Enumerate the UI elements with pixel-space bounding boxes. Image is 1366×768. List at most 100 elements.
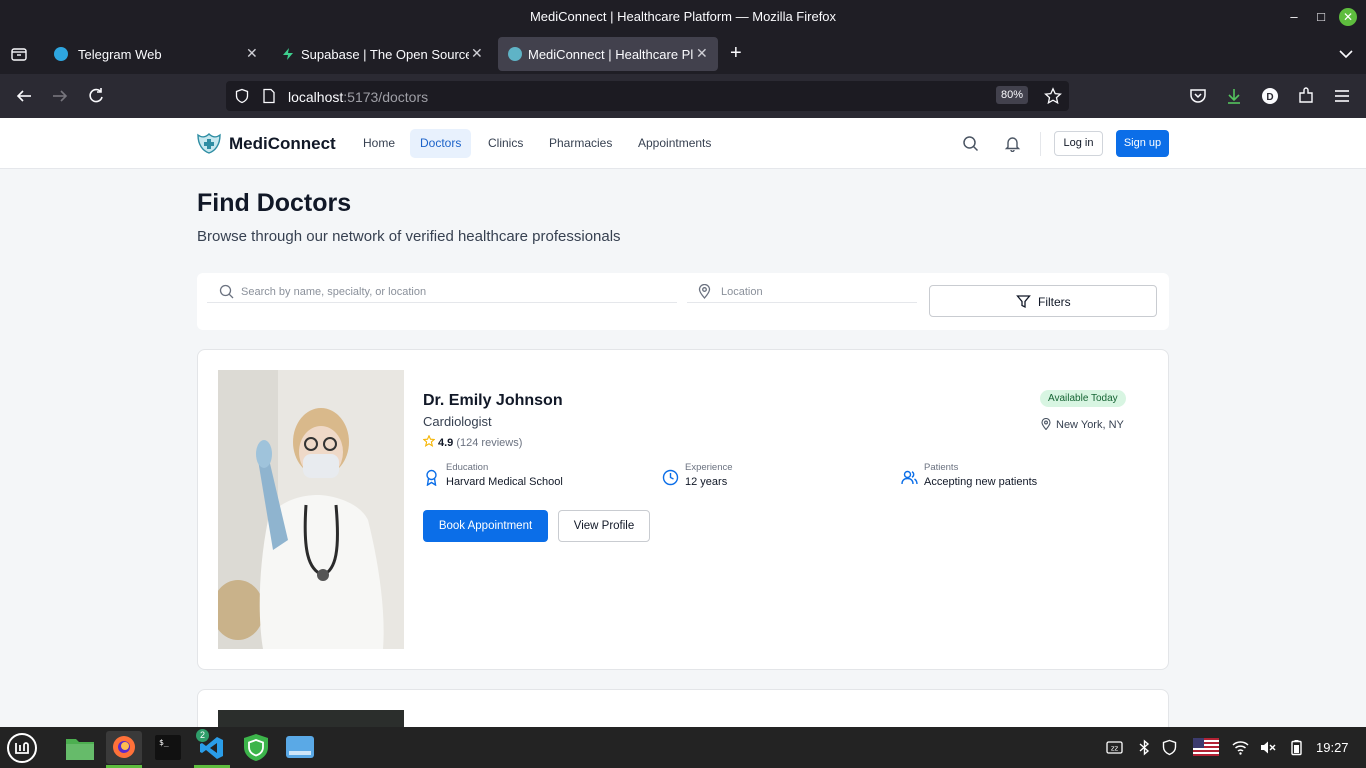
filters-label: Filters bbox=[1038, 295, 1071, 309]
bell-icon[interactable] bbox=[1004, 135, 1021, 152]
back-icon[interactable] bbox=[14, 86, 34, 106]
url-text: localhost:5173/doctors bbox=[288, 89, 428, 105]
location-placeholder: Location bbox=[721, 286, 763, 298]
notification-badge: 2 bbox=[196, 729, 209, 742]
close-tab-icon[interactable]: ✕ bbox=[696, 45, 708, 62]
svg-text:D: D bbox=[1266, 92, 1273, 103]
reload-icon[interactable] bbox=[86, 86, 106, 106]
menu-icon[interactable] bbox=[1332, 86, 1352, 106]
filters-button[interactable]: Filters bbox=[929, 285, 1157, 317]
location-text: New York, NY bbox=[1056, 419, 1124, 431]
header-divider bbox=[1040, 132, 1041, 156]
book-appointment-button[interactable]: Book Appointment bbox=[423, 510, 548, 542]
new-tab-icon[interactable]: + bbox=[730, 42, 742, 64]
nav-clinics[interactable]: Clinics bbox=[478, 129, 533, 158]
education-label: Education bbox=[446, 462, 489, 473]
doctor-card: Dr. Emily Johnson Cardiologist 4.9 (124 … bbox=[197, 349, 1169, 670]
downloads-icon[interactable] bbox=[1224, 86, 1244, 106]
doctor-specialty: Cardiologist bbox=[423, 414, 492, 429]
svg-text:$_: $_ bbox=[159, 738, 169, 747]
award-icon bbox=[426, 469, 437, 486]
view-profile-button[interactable]: View Profile bbox=[558, 510, 650, 542]
forward-icon[interactable] bbox=[50, 86, 70, 106]
web-page: MediConnect Home Doctors Clinics Pharmac… bbox=[0, 118, 1366, 727]
nav-home[interactable]: Home bbox=[353, 129, 405, 158]
doctor-location: New York, NY bbox=[1040, 418, 1124, 431]
review-count: (124 reviews) bbox=[456, 437, 523, 449]
extensions-icon[interactable] bbox=[1296, 86, 1316, 106]
page-title: Find Doctors bbox=[197, 189, 352, 217]
mediconnect-favicon-icon bbox=[508, 47, 522, 61]
map-pin-icon bbox=[1041, 418, 1051, 430]
login-button[interactable]: Log in bbox=[1054, 131, 1103, 156]
site-logo-text[interactable]: MediConnect bbox=[229, 134, 336, 154]
zoom-level[interactable]: 80% bbox=[996, 86, 1029, 104]
svg-text:zz: zz bbox=[1111, 745, 1119, 753]
site-header: MediConnect Home Doctors Clinics Pharmac… bbox=[0, 118, 1366, 169]
us-flag-icon[interactable] bbox=[1193, 738, 1219, 756]
minimize-icon[interactable]: – bbox=[1285, 8, 1303, 26]
close-window-icon[interactable]: ✕ bbox=[1339, 8, 1357, 26]
url-path: :5173/doctors bbox=[343, 89, 429, 105]
pocket-icon[interactable] bbox=[1188, 86, 1208, 106]
users-icon bbox=[901, 470, 918, 485]
address-bar[interactable]: localhost:5173/doctors 80% bbox=[226, 81, 1069, 111]
tab-telegram[interactable]: Telegram Web ✕ bbox=[44, 37, 266, 71]
tab-label: MediConnect | Healthcare Pl bbox=[528, 47, 694, 62]
nav-pharmacies[interactable]: Pharmacies bbox=[539, 129, 622, 158]
availability-badge: Available Today bbox=[1040, 390, 1126, 407]
close-tab-icon[interactable]: ✕ bbox=[471, 45, 483, 62]
tab-label: Supabase | The Open Source bbox=[301, 47, 469, 62]
signup-button[interactable]: Sign up bbox=[1116, 130, 1169, 157]
tab-bar: Telegram Web ✕ Supabase | The Open Sourc… bbox=[0, 34, 1366, 74]
search-icon[interactable] bbox=[962, 135, 979, 152]
doctor-photo[interactable] bbox=[218, 370, 404, 649]
shield-app-icon[interactable] bbox=[238, 731, 274, 764]
page-icon[interactable] bbox=[262, 88, 276, 104]
education-value: Harvard Medical School bbox=[446, 476, 563, 488]
doctor-rating: 4.9 (124 reviews) bbox=[423, 435, 522, 449]
battery-icon[interactable] bbox=[1288, 739, 1305, 756]
maximize-icon[interactable]: □ bbox=[1312, 8, 1330, 26]
files-icon[interactable] bbox=[62, 731, 98, 764]
window-titlebar: MediConnect | Healthcare Platform — Mozi… bbox=[0, 0, 1366, 34]
tab-supabase[interactable]: Supabase | The Open Source ✕ bbox=[271, 37, 493, 71]
doctor-name[interactable]: Dr. Emily Johnson bbox=[423, 392, 563, 410]
close-tab-icon[interactable]: ✕ bbox=[246, 45, 258, 62]
firefox-taskbar-item[interactable] bbox=[106, 731, 142, 768]
patients-label: Patients bbox=[924, 462, 959, 473]
location-input[interactable]: Location bbox=[687, 282, 917, 303]
shield-tray-icon[interactable] bbox=[1161, 739, 1178, 756]
tab-list-icon[interactable] bbox=[10, 45, 28, 63]
shield-icon[interactable] bbox=[234, 88, 250, 104]
chevron-down-icon[interactable] bbox=[1337, 45, 1355, 63]
doctor-photo[interactable] bbox=[218, 710, 404, 727]
wifi-icon[interactable] bbox=[1232, 739, 1249, 756]
search-placeholder: Search by name, specialty, or location bbox=[241, 286, 427, 298]
mediconnect-logo-icon[interactable] bbox=[196, 131, 222, 155]
clock-icon bbox=[662, 469, 679, 486]
bookmark-star-icon[interactable] bbox=[1044, 87, 1062, 105]
page-subtitle: Browse through our network of verified h… bbox=[197, 228, 621, 245]
tab-mediconnect[interactable]: MediConnect | Healthcare Pl ✕ bbox=[498, 37, 718, 71]
star-icon bbox=[423, 435, 435, 447]
display-app-icon[interactable] bbox=[282, 731, 318, 764]
search-panel: Search by name, specialty, or location L… bbox=[197, 273, 1169, 330]
search-input[interactable]: Search by name, specialty, or location bbox=[207, 282, 677, 303]
nav-doctors[interactable]: Doctors bbox=[410, 129, 472, 158]
mint-menu-icon[interactable] bbox=[4, 731, 40, 764]
taskbar: $_ 2 zz 19:27 bbox=[0, 727, 1366, 768]
map-pin-icon bbox=[698, 284, 711, 299]
terminal-icon[interactable]: $_ bbox=[150, 731, 186, 764]
keyboard-indicator-icon[interactable]: zz bbox=[1106, 739, 1123, 756]
volume-muted-icon[interactable] bbox=[1259, 739, 1276, 756]
telegram-icon bbox=[54, 47, 68, 61]
nav-appointments[interactable]: Appointments bbox=[628, 129, 721, 158]
tab-label: Telegram Web bbox=[78, 47, 162, 62]
url-host: localhost bbox=[288, 89, 344, 105]
bluetooth-icon[interactable] bbox=[1136, 739, 1153, 756]
vscode-taskbar-item[interactable]: 2 bbox=[194, 729, 230, 768]
account-avatar-icon[interactable]: D bbox=[1260, 86, 1280, 106]
clock[interactable]: 19:27 bbox=[1316, 740, 1349, 755]
search-icon bbox=[219, 284, 234, 299]
